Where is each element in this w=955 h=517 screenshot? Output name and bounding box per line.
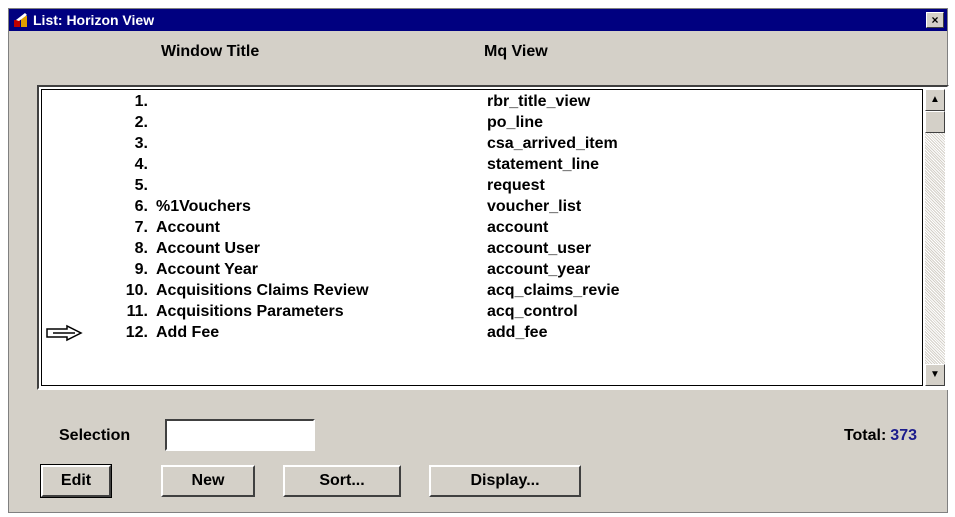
list-row[interactable]: 12. Add Fee add_fee: [42, 323, 922, 344]
row-number: 6.: [134, 198, 148, 215]
scroll-up-arrow-icon[interactable]: ▲: [925, 89, 945, 111]
row-mq-view: acq_control: [487, 303, 578, 320]
list-row[interactable]: 5. request: [42, 176, 922, 197]
row-mq-view: voucher_list: [487, 198, 582, 215]
row-window-title: Acquisitions Parameters: [156, 303, 344, 320]
pointing-hand-icon: [46, 324, 83, 342]
list-row[interactable]: 8. Account User account_user: [42, 239, 922, 260]
list-row[interactable]: 4. statement_line: [42, 155, 922, 176]
view-list[interactable]: 1. rbr_title_view 2. po_line 3. csa_arrived_i…: [37, 85, 949, 390]
display-button[interactable]: Display...: [429, 465, 581, 497]
list-content[interactable]: 1. rbr_title_view 2. po_line 3. csa_arrived_i…: [41, 89, 923, 386]
window-title: List: Horizon View: [33, 12, 155, 28]
row-number: 4.: [134, 156, 148, 173]
list-row[interactable]: 7. Account account: [42, 218, 922, 239]
scroll-thumb[interactable]: [925, 111, 945, 133]
sort-button[interactable]: Sort...: [283, 465, 401, 497]
row-number: 2.: [134, 114, 148, 131]
selection-label: Selection: [59, 427, 131, 444]
row-number: 3.: [134, 135, 148, 152]
row-mq-view: account: [487, 219, 549, 236]
close-button[interactable]: ×: [926, 12, 944, 28]
row-mq-view: account_user: [487, 240, 592, 257]
selection-input[interactable]: [165, 419, 315, 451]
vertical-scrollbar[interactable]: ▲ ▼: [925, 89, 945, 386]
row-number: 5.: [134, 177, 148, 194]
new-button[interactable]: New: [161, 465, 255, 497]
list-row[interactable]: 10. Acquisitions Claims Review acq_claims_…: [42, 281, 922, 302]
list-window: List: Horizon View × Window Title Mq Vie…: [8, 8, 949, 513]
total-label: Total:: [843, 427, 887, 444]
row-mq-view: csa_arrived_item: [487, 135, 618, 152]
row-number: 12.: [125, 324, 148, 341]
row-number: 1.: [134, 93, 148, 110]
row-window-title: Acquisitions Claims Review: [156, 282, 369, 299]
row-window-title: Account: [156, 219, 220, 236]
list-row[interactable]: 2. po_line: [42, 113, 922, 134]
column-header-window-title[interactable]: Window Title: [161, 43, 259, 61]
row-window-title: Account Year: [156, 261, 258, 278]
row-mq-view: request: [487, 177, 545, 194]
row-window-title: %1Vouchers: [156, 198, 251, 215]
row-mq-view: account_year: [487, 261, 591, 278]
row-mq-view: acq_claims_revie: [487, 282, 620, 299]
total-value: 373: [890, 427, 917, 444]
row-mq-view: po_line: [487, 114, 544, 131]
row-mq-view: statement_line: [487, 156, 600, 173]
row-number: 9.: [134, 261, 148, 278]
column-header-mq-view[interactable]: Mq View: [484, 43, 548, 61]
horizon-app-icon: [14, 13, 27, 27]
row-number: 7.: [134, 219, 148, 236]
list-row[interactable]: 11. Acquisitions Parameters acq_control: [42, 302, 922, 323]
row-window-title: Account User: [156, 240, 261, 257]
list-row[interactable]: 3. csa_arrived_item: [42, 134, 922, 155]
row-mq-view: rbr_title_view: [487, 93, 591, 110]
row-window-title: Add Fee: [156, 324, 220, 341]
edit-button[interactable]: Edit: [40, 464, 112, 498]
total-count: Total: 373: [844, 427, 917, 445]
row-number: 11.: [126, 303, 148, 320]
list-row[interactable]: 1. rbr_title_view: [42, 92, 922, 113]
row-mq-view: add_fee: [487, 324, 548, 341]
title-bar[interactable]: List: Horizon View ×: [9, 9, 947, 31]
list-row[interactable]: 9. Account Year account_year: [42, 260, 922, 281]
list-row[interactable]: 6. %1Vouchers voucher_list: [42, 197, 922, 218]
row-number: 10.: [125, 282, 148, 299]
scroll-down-arrow-icon[interactable]: ▼: [925, 364, 945, 386]
row-number: 8.: [134, 240, 148, 257]
